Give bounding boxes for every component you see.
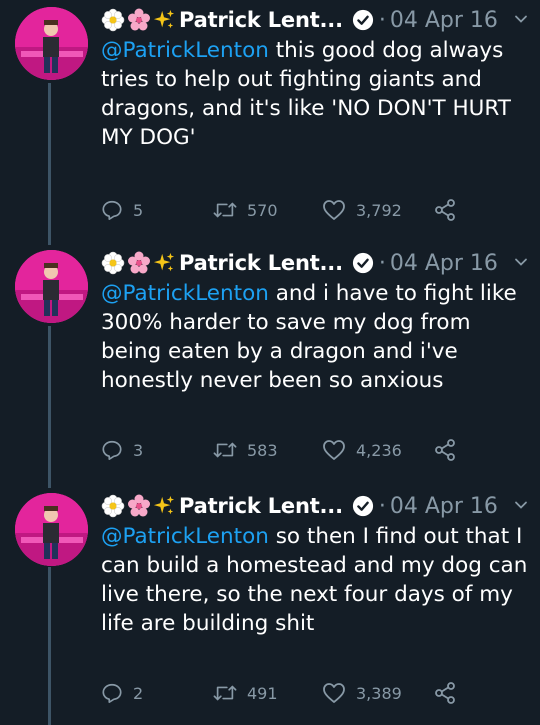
reply-icon [102,683,122,703]
verified-badge-icon [352,495,373,517]
reply-action[interactable]: 2 [101,678,143,708]
mention-link[interactable]: @PatrickLenton [101,38,269,63]
name-emojis [101,494,175,518]
like-count: 3,792 [356,200,402,220]
white-flower-icon [101,251,125,275]
tweet-actions: 3 583 4,236 [101,435,481,465]
like-action[interactable]: 3,389 [322,678,402,708]
share-icon [435,682,455,704]
cherry-blossom-icon [128,494,150,517]
display-name[interactable]: Patrick Lent... [179,251,343,275]
tweet-actions: 5 570 3,792 [101,195,481,225]
verified-badge-icon [352,252,373,274]
heart-icon [323,200,345,220]
retweet-action[interactable]: 570 [213,195,278,225]
like-action[interactable]: 3,792 [322,195,402,225]
sparkles-icon [153,252,175,272]
like-action[interactable]: 4,236 [322,435,402,465]
retweet-count: 570 [247,200,278,220]
tweet-text: @PatrickLenton this good dog always trie… [101,36,531,152]
avatar[interactable] [15,7,88,80]
mention-link[interactable]: @PatrickLenton [101,281,269,306]
share-action[interactable] [433,435,457,465]
reply-count: 2 [133,683,144,703]
sparkles-icon [153,9,175,29]
like-count: 4,236 [356,440,402,460]
share-action[interactable] [433,195,457,225]
reply-icon [102,200,122,220]
tweet-header: Patrick Lent... · 04 Apr 16 [101,248,531,278]
sparkles-icon [153,495,175,515]
display-name[interactable]: Patrick Lent... [179,494,343,518]
white-flower-icon [101,8,125,32]
avatar-image [15,7,88,80]
reply-icon [102,440,122,460]
retweet-action[interactable]: 491 [213,678,278,708]
tweet-date[interactable]: 04 Apr 16 [390,251,498,276]
tweet[interactable]: Patrick Lent... · 04 Apr 16 @PatrickLent… [0,248,540,473]
tweet-date[interactable]: 04 Apr 16 [390,494,498,519]
verified-badge-icon [352,9,373,31]
heart-icon [323,440,345,460]
tweet[interactable]: Patrick Lent... · 04 Apr 16 @PatrickLent… [0,5,540,230]
retweet-icon [213,685,237,701]
tweet[interactable]: Patrick Lent... · 04 Apr 16 @PatrickLent… [0,491,540,723]
heart-icon [323,683,345,703]
cherry-blossom-icon [128,8,150,31]
white-flower-icon [101,494,125,518]
name-emojis [101,251,175,275]
share-icon [435,439,455,461]
tweet-header: Patrick Lent... · 04 Apr 16 [101,491,531,521]
separator-dot: · [378,250,386,276]
separator-dot: · [378,493,386,519]
avatar-image [15,250,88,323]
avatar[interactable] [15,250,88,323]
avatar[interactable] [15,493,88,566]
mention-link[interactable]: @PatrickLenton [101,524,269,549]
reply-count: 5 [133,200,144,220]
chevron-down-icon[interactable] [513,254,529,270]
name-emojis [101,8,175,32]
reply-action[interactable]: 5 [101,195,143,225]
tweet-text: @PatrickLenton and i have to fight like … [101,279,531,395]
separator-dot: · [378,7,386,33]
cherry-blossom-icon [128,251,150,274]
retweet-count: 491 [247,683,278,703]
retweet-icon [213,202,237,218]
avatar-image [15,493,88,566]
tweet-text: @PatrickLenton so then I find out that I… [101,522,531,638]
share-icon [435,199,455,221]
chevron-down-icon[interactable] [513,497,529,513]
chevron-down-icon[interactable] [513,11,529,27]
reply-count: 3 [133,440,144,460]
tweet-actions: 2 491 3,389 [101,678,481,708]
retweet-action[interactable]: 583 [213,435,278,465]
tweet-date[interactable]: 04 Apr 16 [390,8,498,33]
tweet-header: Patrick Lent... · 04 Apr 16 [101,5,531,35]
retweet-icon [213,442,237,458]
display-name[interactable]: Patrick Lent... [179,8,343,32]
reply-action[interactable]: 3 [101,435,143,465]
share-action[interactable] [433,678,457,708]
retweet-count: 583 [247,440,278,460]
like-count: 3,389 [356,683,402,703]
